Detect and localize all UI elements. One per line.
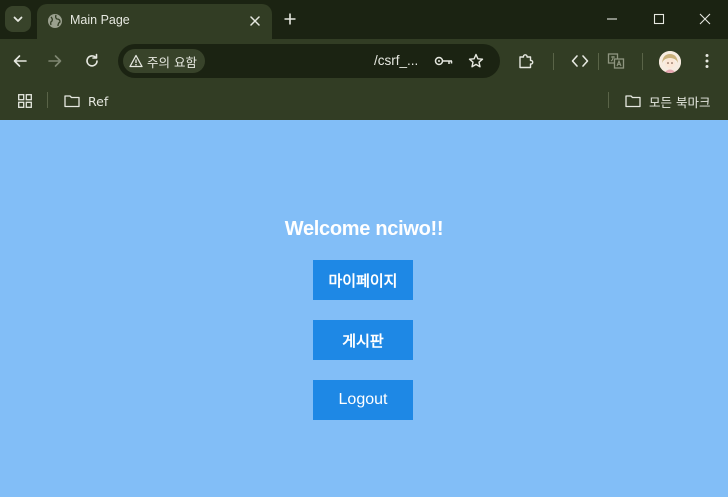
tab-close-button[interactable] xyxy=(246,12,264,30)
folder-icon xyxy=(64,95,80,108)
mypage-button[interactable]: 마이페이지 xyxy=(313,260,413,300)
reload-icon xyxy=(86,53,98,67)
window-minimize-button[interactable] xyxy=(589,4,635,34)
logout-button[interactable]: Logout xyxy=(313,380,413,420)
bookmark-star-button[interactable] xyxy=(466,52,486,70)
bookmarks-divider xyxy=(47,92,48,108)
tab-title: Main Page xyxy=(70,13,130,27)
maximize-icon xyxy=(653,13,665,25)
minimize-icon xyxy=(607,18,617,20)
star-icon xyxy=(468,53,484,68)
apps-button[interactable] xyxy=(15,91,35,111)
warning-icon xyxy=(129,54,143,68)
address-bar[interactable]: 주의 요함 /csrf_... xyxy=(118,44,500,78)
new-tab-button[interactable] xyxy=(280,9,300,29)
extensions-button[interactable] xyxy=(513,48,539,74)
key-icon xyxy=(434,56,453,66)
password-key-button[interactable] xyxy=(434,52,454,70)
bookmark-folder-ref[interactable]: Ref xyxy=(64,90,108,112)
more-vert-icon xyxy=(705,54,709,68)
forward-button[interactable] xyxy=(42,48,68,74)
bookmarks-bar: Ref 모든 북마크 xyxy=(0,84,728,120)
welcome-heading: Welcome nciwo!! xyxy=(284,218,444,240)
close-icon xyxy=(250,16,260,26)
security-chip[interactable]: 주의 요함 xyxy=(123,49,205,73)
chevron-down-icon xyxy=(13,16,23,22)
code-icon xyxy=(571,55,589,67)
board-button[interactable]: 게시판 xyxy=(313,320,413,360)
security-label: 주의 요함 xyxy=(147,54,197,70)
page-content: Welcome nciwo!! 마이페이지 게시판 Logout xyxy=(0,120,728,497)
browser-toolbar: 주의 요함 /csrf_... xyxy=(0,39,728,84)
bookmarks-divider xyxy=(608,92,609,108)
globe-icon xyxy=(48,14,62,28)
avatar-icon xyxy=(659,51,681,73)
browser-titlebar: Main Page xyxy=(0,0,728,39)
puzzle-icon xyxy=(519,54,534,69)
url-text[interactable]: /csrf_... xyxy=(374,53,418,68)
back-button[interactable] xyxy=(7,48,33,74)
tab-search-button[interactable] xyxy=(5,6,31,32)
profile-avatar[interactable] xyxy=(659,51,681,73)
translate-icon xyxy=(607,53,625,69)
browser-menu-button[interactable] xyxy=(694,48,720,74)
toolbar-divider xyxy=(553,53,554,70)
devtools-button[interactable] xyxy=(567,48,593,74)
folder-icon xyxy=(625,95,641,108)
window-close-button[interactable] xyxy=(682,4,728,34)
toolbar-divider xyxy=(642,53,643,70)
close-icon xyxy=(699,13,711,25)
all-bookmarks-button[interactable]: 모든 북마크 xyxy=(625,90,710,112)
window-maximize-button[interactable] xyxy=(636,4,682,34)
all-bookmarks-label: 모든 북마크 xyxy=(649,94,711,110)
apps-grid-icon xyxy=(18,94,32,108)
arrow-left-icon xyxy=(13,55,27,67)
toolbar-divider xyxy=(598,53,599,70)
plus-icon xyxy=(284,13,296,25)
browser-tab-active[interactable]: Main Page xyxy=(37,4,272,39)
reload-button[interactable] xyxy=(79,48,105,74)
translate-button[interactable] xyxy=(603,48,629,74)
bookmark-label: Ref xyxy=(88,93,109,109)
arrow-right-icon xyxy=(48,55,62,67)
